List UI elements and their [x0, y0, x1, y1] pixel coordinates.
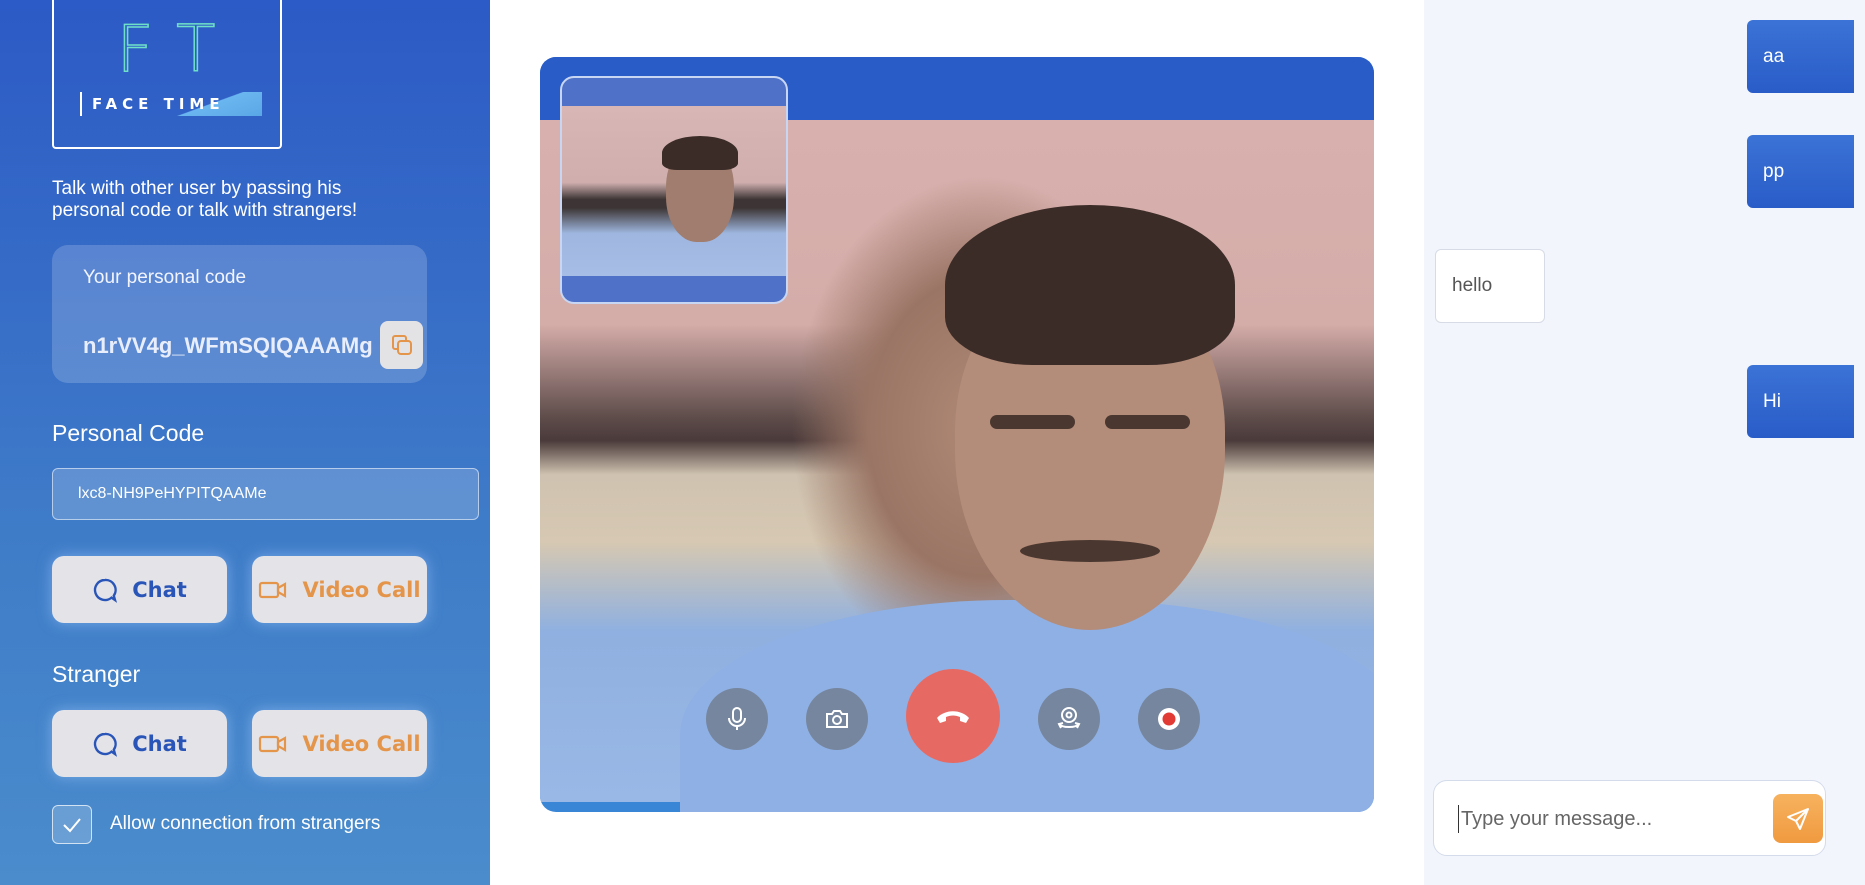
intro-text: Talk with other user by passing his pers… — [52, 178, 358, 221]
remote-video-brow — [1105, 415, 1190, 429]
stranger-label: Stranger — [52, 661, 141, 687]
send-icon — [1787, 807, 1809, 830]
switch-camera-icon — [1057, 707, 1081, 729]
microphone-button[interactable] — [706, 688, 768, 750]
record-icon — [1158, 708, 1180, 730]
camera-toggle-button[interactable] — [806, 688, 868, 750]
send-message-button[interactable] — [1773, 794, 1823, 843]
copy-icon — [391, 335, 412, 355]
stranger-video-call-button[interactable]: Video Call — [252, 710, 427, 777]
video-camera-icon — [259, 735, 287, 752]
chat-bubble-icon — [94, 732, 118, 757]
camera-icon — [826, 710, 848, 728]
personal-chat-label: Chat — [132, 577, 187, 602]
facetime-logo: FT FACE TIME — [52, 0, 282, 149]
allow-strangers-checkbox[interactable] — [52, 805, 92, 844]
message-composer — [1433, 780, 1826, 856]
chat-message-outgoing: Hi — [1747, 365, 1854, 438]
hang-up-button[interactable] — [906, 669, 1000, 763]
video-camera-icon — [259, 581, 287, 598]
allow-strangers-label: Allow connection from strangers — [110, 813, 381, 834]
personal-video-call-button[interactable]: Video Call — [252, 556, 427, 623]
remote-video-shirt — [680, 600, 1374, 812]
personal-code-title: Your personal code — [83, 267, 247, 288]
chat-message-outgoing: aa — [1747, 20, 1854, 93]
chat-message-outgoing: pp — [1747, 135, 1854, 208]
local-video-preview — [560, 76, 788, 304]
chat-message-incoming: hello — [1435, 249, 1545, 323]
sidebar: FT FACE TIME Talk with other user by pas… — [0, 0, 490, 885]
record-button[interactable] — [1138, 688, 1200, 750]
personal-video-call-label: Video Call — [302, 577, 421, 602]
checkmark-icon — [63, 817, 81, 832]
local-video-hair — [662, 136, 738, 170]
copy-code-button[interactable] — [380, 321, 423, 369]
stranger-chat-button[interactable]: Chat — [52, 710, 227, 777]
logo-letters: FT — [116, 13, 240, 87]
remote-video-hair — [945, 205, 1235, 365]
remote-video-mustache — [1020, 540, 1160, 562]
chat-panel: aa pp hello Hi — [1424, 0, 1865, 885]
personal-chat-button[interactable]: Chat — [52, 556, 227, 623]
hang-up-icon — [937, 711, 969, 723]
stranger-video-call-label: Video Call — [302, 731, 421, 756]
message-input[interactable] — [1458, 805, 1758, 833]
chat-bubble-icon — [94, 578, 118, 603]
remote-video-brow — [990, 415, 1075, 429]
stranger-chat-label: Chat — [132, 731, 187, 756]
mic-icon — [728, 707, 746, 730]
switch-camera-button[interactable] — [1038, 688, 1100, 750]
logo-subtitle: FACE TIME — [80, 92, 262, 116]
local-video — [562, 106, 786, 276]
personal-code-label: Personal Code — [52, 420, 205, 446]
personal-code-input[interactable] — [52, 468, 479, 520]
personal-code-value: n1rVV4g_WFmSQIQAAAMg — [83, 333, 373, 358]
personal-code-card: Your personal code n1rVV4g_WFmSQIQAAAMg — [52, 245, 427, 383]
